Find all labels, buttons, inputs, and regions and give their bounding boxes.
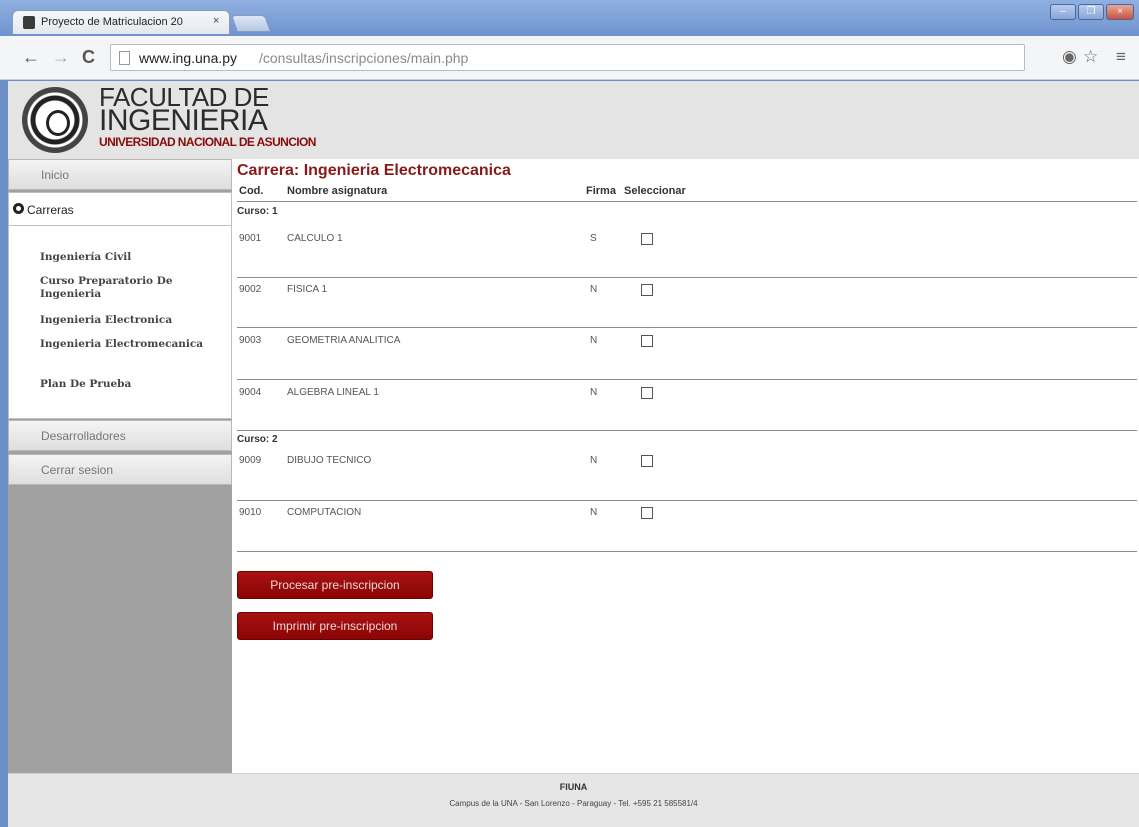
favicon-icon [23,16,35,29]
row-divider [237,551,1137,552]
tab-title: Proyecto de Matriculacion 20 [41,16,183,28]
sidebar-item-label: Cerrar sesion [41,463,114,477]
careers-panel: Ingeniería Civil Curso Preparatorio De I… [8,226,232,419]
subject-name: COMPUTACION [287,507,362,518]
sidebar-item-desarrolladores[interactable]: Desarrolladores [8,420,232,451]
site-footer: FIUNA Campus de la UNA - San Lorenzo - P… [8,773,1139,827]
procesar-preinscripcion-button[interactable]: Procesar pre-inscripcion [237,571,433,599]
sidebar-item-label: Inicio [41,168,70,182]
back-icon[interactable]: ← [22,48,40,66]
row-divider [237,277,1137,278]
brand-line-3: UNIVERSIDAD NACIONAL DE ASUNCION [99,135,316,149]
select-checkbox[interactable] [641,455,653,467]
career-link-electromecanica[interactable]: Ingenieria Electromecanica [40,338,220,351]
subject-code: 9001 [239,233,262,244]
minimize-button[interactable]: – [1050,4,1076,20]
column-header-firma: Firma [586,185,616,197]
course-label: Curso: 2 [237,434,278,445]
header-divider [237,201,1137,202]
career-link-civil[interactable]: Ingeniería Civil [40,251,220,264]
row-divider [237,327,1137,328]
eye-icon[interactable]: ◉ [1062,48,1077,65]
subject-firma: N [590,455,598,466]
browser-toolbar: ← → C www.ing.una.py /consultas/inscripc… [0,36,1139,80]
page-viewport: FACULTAD DE INGENIERIA UNIVERSIDAD NACIO… [8,81,1139,827]
subject-firma: S [590,233,597,244]
browser-tab[interactable]: Proyecto de Matriculacion 20 × [12,10,230,34]
forward-icon[interactable]: → [52,48,70,66]
sidebar-item-label: Desarrolladores [41,429,126,443]
sidebar-item-cerrar-sesion[interactable]: Cerrar sesion [8,454,232,485]
tab-strip: Proyecto de Matriculacion 20 × – ❐ × [0,0,1139,36]
new-tab-button[interactable] [230,15,272,32]
course-label: Curso: 1 [237,206,278,217]
subject-firma: N [590,507,598,518]
subject-firma: N [590,335,598,346]
maximize-button[interactable]: ❐ [1078,4,1104,20]
site-header: FACULTAD DE INGENIERIA UNIVERSIDAD NACIO… [8,81,1139,159]
sidebar-item-label: Carreras [27,203,74,217]
browser-window: Proyecto de Matriculacion 20 × – ❐ × ← →… [0,0,1139,827]
select-checkbox[interactable] [641,284,653,296]
expanded-bullet-icon [13,203,24,214]
sidebar-item-carreras[interactable]: Carreras [8,192,232,226]
career-link-electronica[interactable]: Ingenieria Electronica [40,314,220,327]
column-header-seleccionar: Seleccionar [624,185,686,197]
column-header-nombre: Nombre asignatura [287,185,388,197]
url-host: www.ing.una.py [139,50,238,66]
row-divider [237,379,1137,380]
imprimir-preinscripcion-button[interactable]: Imprimir pre-inscripcion [237,612,433,640]
subject-firma: N [590,284,598,295]
footer-contact: Campus de la UNA - San Lorenzo - Paragua… [449,799,698,808]
subject-code: 9009 [239,455,262,466]
career-link-preparatorio[interactable]: Curso Preparatorio De Ingenieria [40,275,220,301]
footer-title: FIUNA [559,782,588,792]
brand-line-2: INGENIERIA [99,104,268,137]
subject-name: DIBUJO TECNICO [287,455,372,466]
column-header-cod: Cod. [239,185,264,197]
main-content: Carrera: Ingenieria Electromecanica Cod.… [237,159,1139,773]
subject-name: ALGEBRA LINEAL 1 [287,387,379,398]
menu-icon[interactable]: ≡ [1116,48,1126,65]
select-checkbox[interactable] [641,233,653,245]
sidebar-item-inicio[interactable]: Inicio [8,159,232,190]
subject-code: 9002 [239,284,262,295]
star-icon[interactable]: ☆ [1083,48,1098,65]
page-icon [119,51,130,65]
address-bar[interactable]: www.ing.una.py /consultas/inscripciones/… [110,44,1025,71]
subject-name: FISICA 1 [287,284,328,295]
career-title: Carrera: Ingenieria Electromecanica [237,162,511,179]
select-checkbox[interactable] [641,507,653,519]
close-window-button[interactable]: × [1106,4,1134,20]
subject-code: 9004 [239,387,262,398]
university-seal-logo [22,87,88,153]
subject-name: CALCULO 1 [287,233,343,244]
sidebar: Inicio Carreras Ingeniería Civil Curso P… [8,159,232,773]
subject-code: 9010 [239,507,262,518]
url-path: /consultas/inscripciones/main.php [259,50,469,66]
row-divider [237,430,1137,431]
subject-code: 9003 [239,335,262,346]
reload-icon[interactable]: C [82,48,95,66]
row-divider [237,500,1137,501]
subject-name: GEOMETRIA ANALITICA [287,335,401,346]
subject-firma: N [590,387,598,398]
tab-close-icon[interactable]: × [213,15,219,27]
career-link-plan-de-prueba[interactable]: Plan De Prueba [40,378,220,391]
select-checkbox[interactable] [641,387,653,399]
select-checkbox[interactable] [641,335,653,347]
